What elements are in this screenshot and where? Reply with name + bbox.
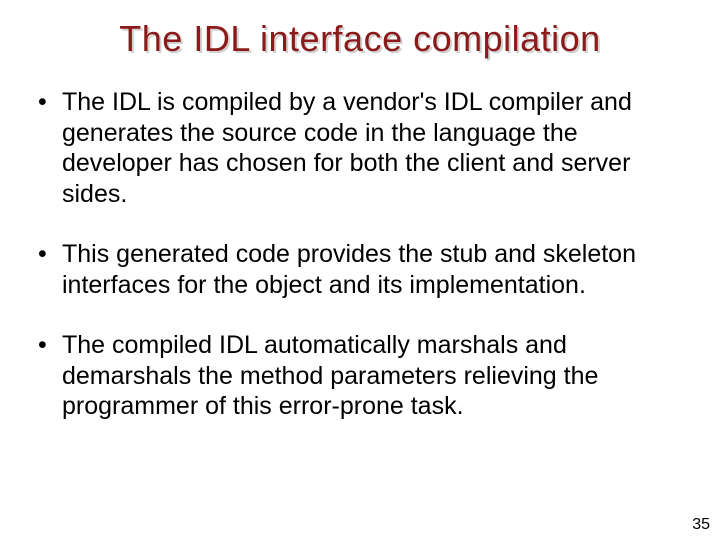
- bullet-list: The IDL is compiled by a vendor's IDL co…: [34, 87, 686, 422]
- list-item: The compiled IDL automatically marshals …: [34, 330, 686, 422]
- page-number: 35: [692, 516, 710, 534]
- slide: The IDL interface compilation The IDL is…: [0, 0, 720, 540]
- slide-title: The IDL interface compilation: [34, 18, 686, 59]
- list-item: This generated code provides the stub an…: [34, 239, 686, 300]
- list-item: The IDL is compiled by a vendor's IDL co…: [34, 87, 686, 209]
